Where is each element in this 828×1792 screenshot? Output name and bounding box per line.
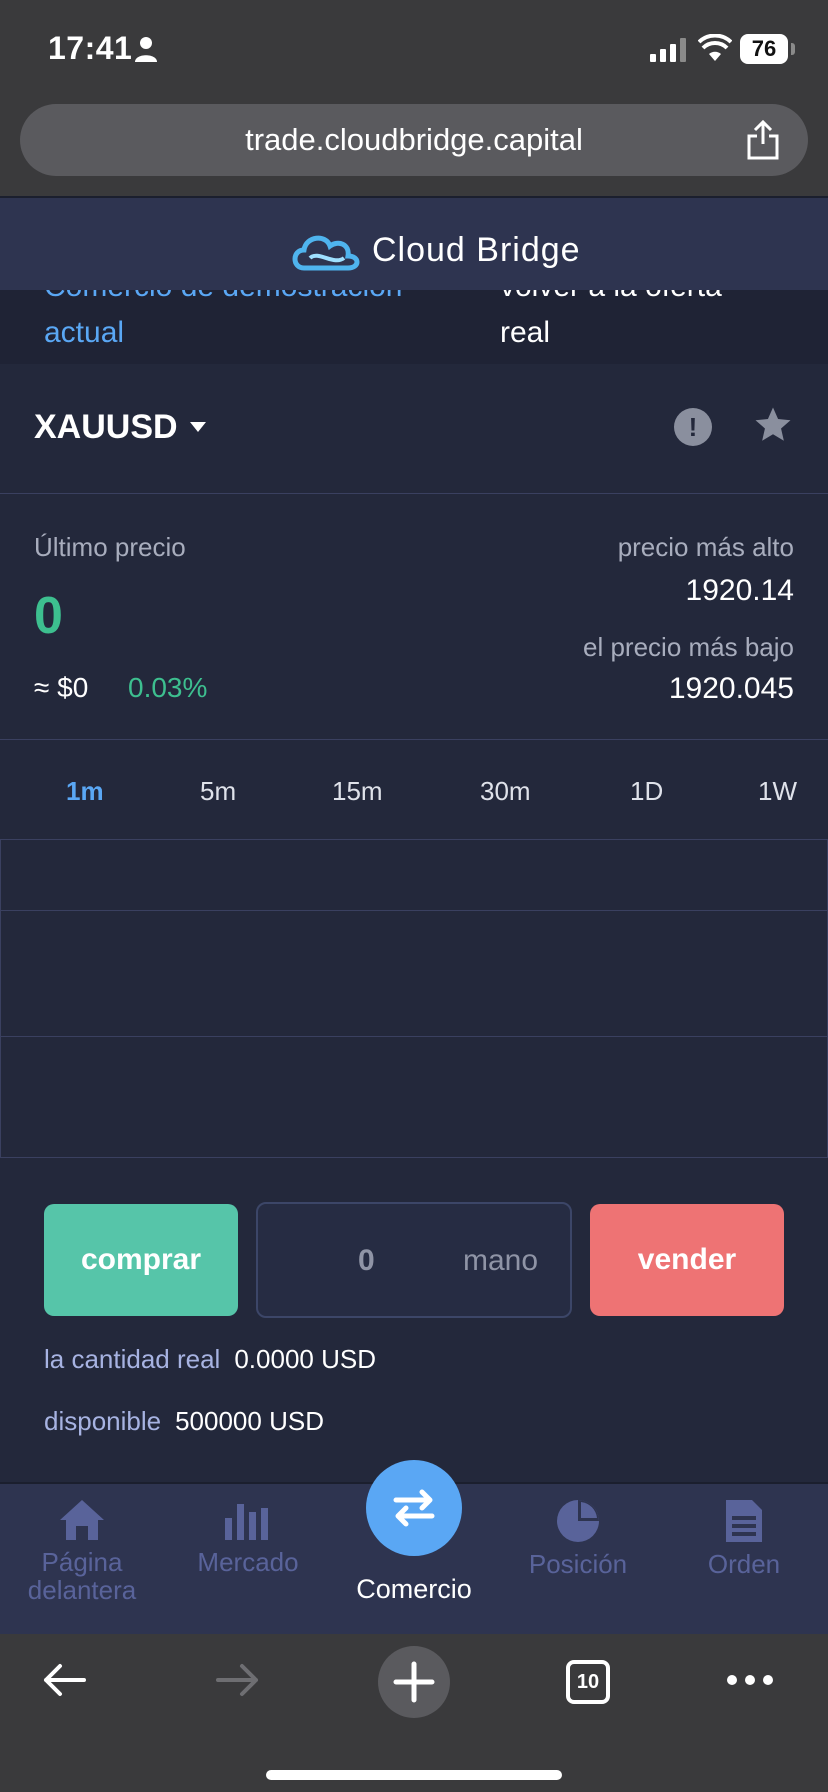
real-amount-label: la cantidad real (44, 1344, 221, 1374)
pie-chart-icon (557, 1500, 599, 1542)
nav-item-order[interactable]: Orden (664, 1498, 824, 1578)
nav-market-label: Mercado (197, 1547, 299, 1577)
browser-bottom-toolbar: 10 (0, 1634, 828, 1792)
tab-30m[interactable]: 30m (480, 776, 531, 807)
timeframe-tabs: 1m 5m 15m 30m 1D 1W (0, 740, 828, 840)
tab-1w[interactable]: 1W (758, 776, 797, 807)
price-chart[interactable] (0, 840, 828, 1158)
symbol-selector[interactable]: XAUUSD (34, 408, 178, 447)
nav-item-trade[interactable] (366, 1460, 462, 1556)
tabs-count-button[interactable]: 10 (566, 1660, 610, 1704)
more-options-icon[interactable] (726, 1674, 774, 1686)
real-amount-value: 0.0000 USD (234, 1344, 376, 1374)
nav-item-market[interactable]: Mercado (168, 1498, 328, 1576)
home-indicator (266, 1770, 562, 1780)
tab-1d[interactable]: 1D (630, 776, 663, 807)
demo-trade-line2: actual (44, 316, 125, 349)
battery-indicator: 76 (740, 34, 788, 64)
caret-down-icon[interactable] (190, 422, 206, 432)
buy-button[interactable]: comprar (44, 1204, 238, 1316)
symbol-row: XAUUSD ! (0, 364, 828, 494)
new-tab-button[interactable] (378, 1646, 450, 1718)
sell-button[interactable]: vender (590, 1204, 784, 1316)
quantity-value: 0 (358, 1244, 375, 1277)
info-icon[interactable]: ! (674, 408, 712, 446)
available-row: disponible 500000 USD (44, 1406, 324, 1437)
nav-item-position[interactable]: Posición (498, 1498, 658, 1578)
quantity-unit: mano (462, 1244, 538, 1277)
browser-top-bar: 17:41 76 trade.cloudbridge.capital (0, 0, 828, 196)
return-real-line2: real (500, 316, 551, 349)
wifi-icon (698, 34, 732, 61)
nav-item-home[interactable]: Página delantera (2, 1498, 162, 1604)
nav-order-label: Orden (707, 1549, 781, 1579)
real-amount-row: la cantidad real 0.0000 USD (44, 1344, 376, 1375)
tab-1m[interactable]: 1m (66, 776, 104, 807)
return-real-link[interactable]: volver a la oferta real (500, 290, 800, 356)
last-price-label: Último precio (34, 532, 186, 562)
swap-arrows-icon (393, 1489, 435, 1527)
cellular-signal-icon (650, 38, 686, 62)
back-arrow-icon[interactable] (40, 1656, 88, 1704)
high-price-value: 1920.14 (685, 574, 794, 607)
approx-usd-value: ≈ $0 (34, 672, 89, 703)
bottom-nav: Página delantera Mercado Comercio Posici… (0, 1460, 828, 1634)
forward-arrow-icon[interactable] (214, 1656, 262, 1704)
available-value: 500000 USD (175, 1406, 324, 1436)
available-label: disponible (44, 1406, 162, 1436)
chart-grid-line (1, 910, 828, 911)
tab-15m[interactable]: 15m (332, 776, 383, 807)
plus-icon (393, 1661, 435, 1703)
high-price-label: precio más alto (617, 532, 794, 562)
status-time: 17:41 (48, 30, 133, 66)
home-icon (60, 1500, 104, 1540)
demo-trade-label[interactable]: Comercio de demostración actual (44, 290, 444, 356)
star-icon[interactable] (752, 404, 794, 446)
low-price-value: 1920.045 (668, 672, 794, 705)
price-section: Último precio 0 ≈ $0 0.03% precio más al… (0, 494, 828, 740)
logo-text: Cloud Bridge (372, 230, 581, 269)
price-change-percent: 0.03% (128, 672, 208, 703)
chart-grid-line (1, 1036, 828, 1037)
status-bar: 17:41 76 (0, 0, 828, 96)
bar-chart-icon (225, 1504, 268, 1540)
low-price-label: el precio más bajo (583, 632, 794, 662)
nav-home-line2: delantera (27, 1575, 137, 1605)
cloud-logo-icon (292, 235, 360, 271)
share-icon[interactable] (746, 120, 780, 160)
battery-tip (791, 43, 795, 55)
nav-position-label: Posición (528, 1549, 628, 1579)
quantity-input[interactable]: 0 mano (256, 1202, 572, 1318)
demo-trade-line1: Comercio de demostración (44, 290, 444, 310)
cloud-bridge-logo[interactable]: Cloud Bridge (290, 228, 581, 272)
last-price-value: 0 (34, 587, 63, 645)
demo-mode-strip: Comercio de demostración actual volver a… (0, 290, 828, 364)
nav-trade-label: Comercio (356, 1574, 472, 1604)
person-icon (135, 37, 157, 62)
tab-5m[interactable]: 5m (200, 776, 236, 807)
url-text: trade.cloudbridge.capital (245, 122, 583, 157)
url-bar[interactable]: trade.cloudbridge.capital (20, 104, 808, 176)
document-icon (726, 1500, 762, 1542)
return-real-line1: volver a la oferta (500, 290, 800, 310)
nav-home-line1: Página (41, 1547, 123, 1577)
